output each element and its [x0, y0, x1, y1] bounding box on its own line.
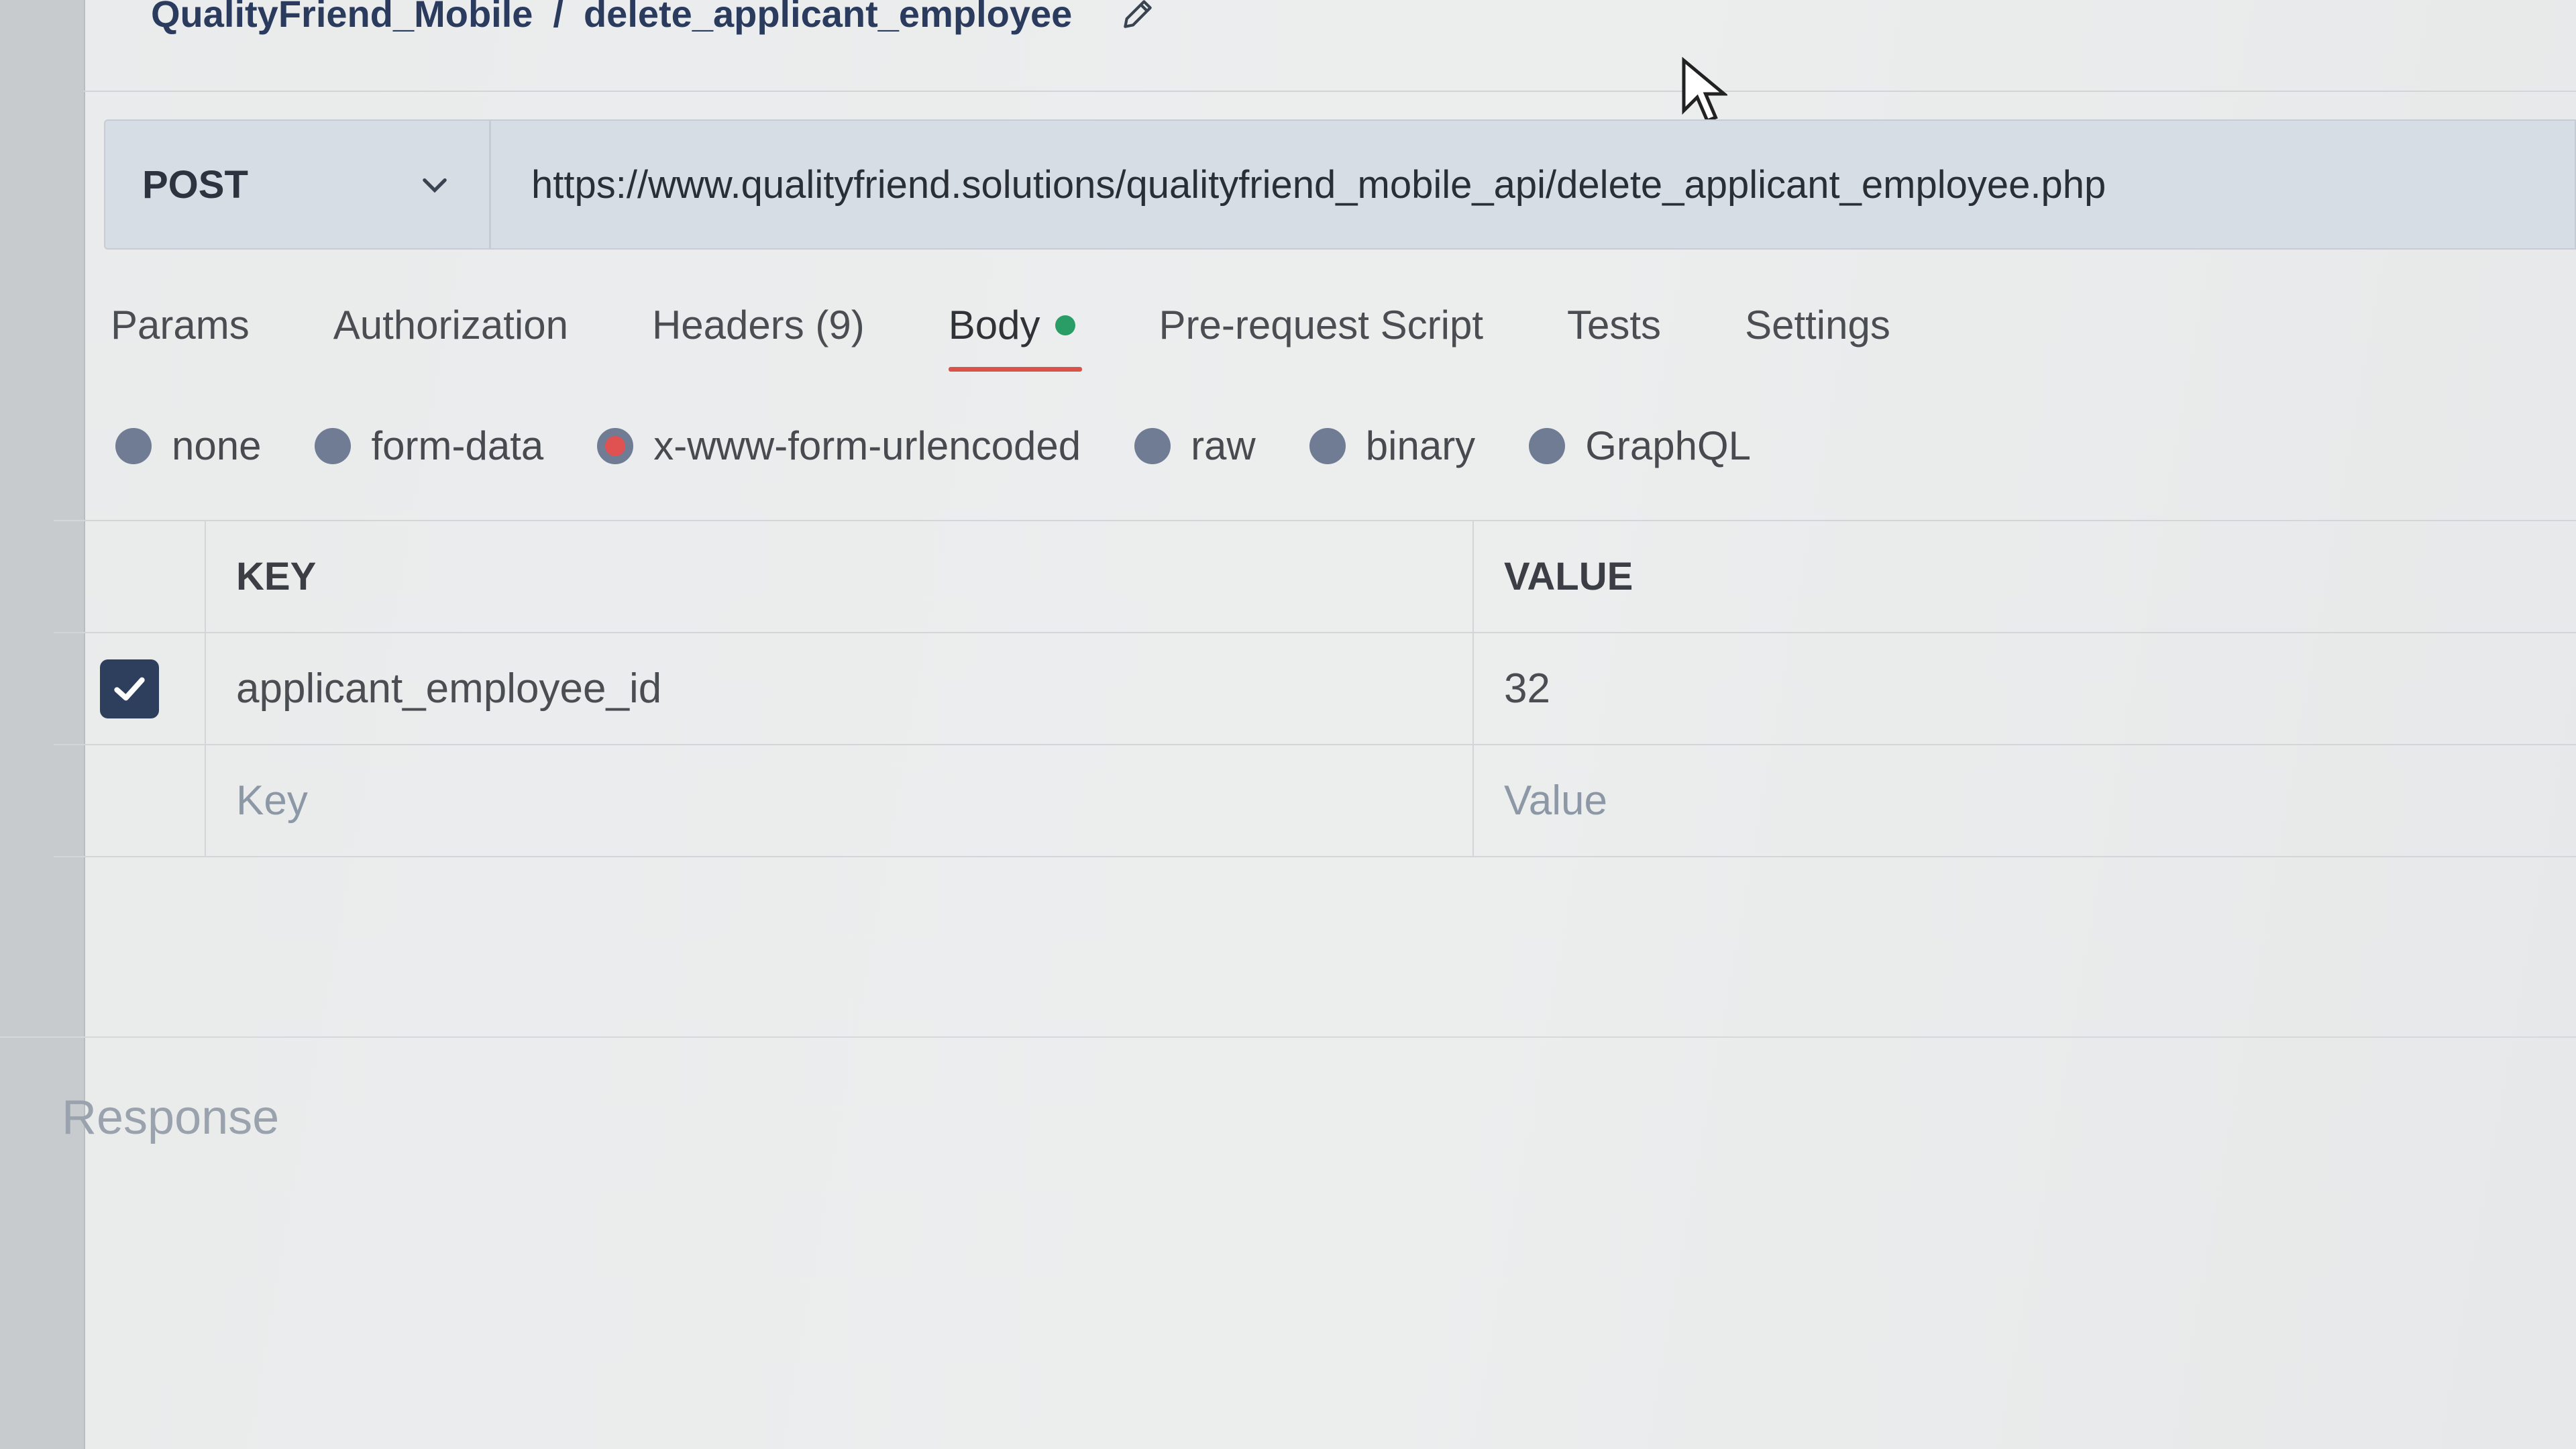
tab-authorization[interactable]: Authorization [333, 295, 568, 372]
radio-x-www-form-urlencoded[interactable]: x-www-form-urlencoded [597, 423, 1081, 469]
radio-label: x-www-form-urlencoded [653, 423, 1081, 468]
breadcrumb-collection[interactable]: QualityFriend_Mobile [151, 0, 533, 36]
header-check-cell [54, 521, 206, 632]
tab-label: Authorization [333, 303, 568, 347]
body-indicator-dot [1055, 315, 1075, 336]
radio-label: raw [1191, 423, 1256, 468]
table-row-new: Key Value [54, 745, 2576, 857]
radio-label: binary [1365, 423, 1476, 468]
row-check-cell [54, 745, 206, 856]
tab-pre-request-script[interactable]: Pre-request Script [1159, 295, 1484, 372]
radio-label: GraphQL [1585, 423, 1751, 468]
radio-graphql[interactable]: GraphQL [1529, 423, 1751, 469]
radio-circle [1134, 427, 1171, 464]
radio-circle [1529, 427, 1566, 464]
tab-headers[interactable]: Headers (9) [652, 295, 865, 372]
title-bar: QualityFriend_Mobile / delete_applicant_… [84, 0, 2576, 92]
radio-label: none [172, 423, 262, 468]
tab-label: Params [111, 303, 250, 347]
tab-label: Tests [1567, 303, 1662, 347]
radio-label: form-data [371, 423, 544, 468]
row-check-cell [54, 633, 206, 744]
body-type-radio-group: none form-data x-www-form-urlencoded raw… [115, 423, 1805, 469]
tab-tests[interactable]: Tests [1567, 295, 1661, 372]
tab-label: Settings [1745, 303, 1890, 347]
tab-label: Pre-request Script [1159, 303, 1484, 347]
chevron-down-icon [423, 178, 447, 193]
breadcrumb-request-name[interactable]: delete_applicant_employee [584, 0, 1072, 36]
request-tabs: Params Authorization Headers (9) Body Pr… [111, 295, 1974, 372]
radio-circle [115, 427, 152, 464]
tab-body[interactable]: Body [948, 295, 1082, 372]
radio-circle [315, 427, 352, 464]
params-table: KEY VALUE applicant_employee_id 32 Key V… [54, 520, 2576, 857]
radio-circle [1309, 427, 1346, 464]
breadcrumb: QualityFriend_Mobile / delete_applicant_… [151, 0, 1157, 36]
method-label: POST [142, 162, 248, 207]
radio-form-data[interactable]: form-data [315, 423, 543, 469]
row-enabled-checkbox[interactable] [99, 659, 159, 718]
radio-none[interactable]: none [115, 423, 261, 469]
radio-binary[interactable]: binary [1309, 423, 1475, 469]
tab-label: Body [948, 303, 1040, 347]
checkmark-icon [113, 677, 145, 700]
mouse-cursor-icon [1682, 57, 1727, 123]
postman-app: QualityFriend_Mobile / delete_applicant_… [0, 0, 2576, 1449]
table-row: applicant_employee_id 32 [54, 633, 2576, 745]
response-label: Response [62, 1091, 280, 1144]
column-header-value: VALUE [1504, 555, 1633, 598]
param-key-field[interactable]: applicant_employee_id [206, 633, 1474, 744]
radio-circle-selected [597, 427, 634, 464]
radio-raw[interactable]: raw [1134, 423, 1256, 469]
new-value-field[interactable]: Value [1474, 745, 2576, 856]
new-key-field[interactable]: Key [206, 745, 1474, 856]
request-bar: POST https://www.qualityfriend.solutions… [104, 119, 2576, 250]
url-input[interactable]: https://www.qualityfriend.solutions/qual… [491, 121, 2575, 248]
tab-label: Headers (9) [651, 303, 865, 347]
tab-settings[interactable]: Settings [1745, 295, 1890, 372]
column-header-key: KEY [206, 521, 1474, 632]
table-header-row: KEY VALUE [54, 521, 2576, 633]
param-value-field[interactable]: 32 [1474, 633, 2576, 744]
response-divider [0, 1036, 2576, 1038]
tab-params[interactable]: Params [111, 295, 250, 372]
pencil-icon[interactable] [1119, 0, 1157, 33]
method-select[interactable]: POST [105, 121, 491, 248]
breadcrumb-separator: / [553, 0, 564, 35]
